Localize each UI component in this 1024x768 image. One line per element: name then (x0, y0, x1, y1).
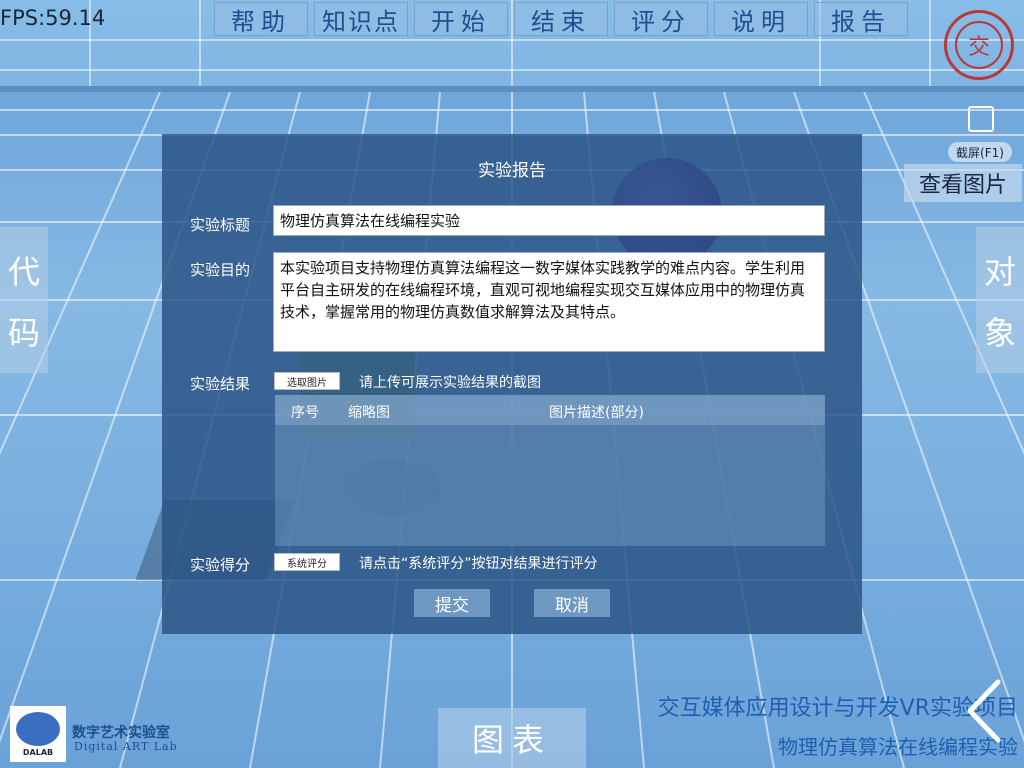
title-input[interactable]: 物理仿真算法在线编程实验 (273, 205, 825, 236)
view-images-button[interactable]: 查看图片 (904, 164, 1022, 202)
result-hint: 请上传可展示实验结果的截图 (359, 375, 541, 391)
object-char-2: 象 (983, 313, 1016, 352)
nav-help-button[interactable]: 帮助 (214, 2, 308, 36)
lab-name-cn: 数字艺术实验室 (72, 725, 170, 741)
object-char-1: 对 (983, 252, 1016, 291)
nav-instructions-button[interactable]: 说明 (714, 2, 808, 36)
screenshot-icon[interactable] (968, 106, 994, 132)
nav-score-button[interactable]: 评分 (614, 2, 708, 36)
code-char-1: 代 (7, 252, 40, 291)
header-index: 序号 (291, 405, 319, 421)
title-label: 实验标题 (190, 216, 251, 234)
purpose-textarea[interactable]: 本实验项目支持物理仿真算法编程这一数字媒体实践教学的难点内容。学生利用平台自主研… (273, 252, 825, 352)
table-header: 序号 缩略图 图片描述(部分) (275, 395, 825, 425)
nav-start-button[interactable]: 开始 (414, 2, 508, 36)
nav-end-button[interactable]: 结束 (514, 2, 608, 36)
wall-floor-edge (0, 86, 1024, 92)
object-side-button[interactable]: 对 象 (976, 227, 1024, 373)
lab-logo: DALAB (10, 706, 66, 762)
code-char-2: 码 (7, 313, 40, 352)
university-logo: 交 (944, 10, 1014, 80)
score-label: 实验得分 (190, 556, 251, 574)
back-arrow-icon[interactable] (962, 676, 1008, 746)
dialog-title: 实验报告 (478, 161, 546, 181)
result-label: 实验结果 (190, 375, 251, 393)
select-image-button[interactable]: 选取图片 (274, 372, 340, 390)
cancel-button[interactable]: 取消 (534, 589, 610, 617)
score-hint: 请点击“系统评分”按钮对结果进行评分 (359, 556, 598, 572)
system-score-button[interactable]: 系统评分 (274, 553, 340, 571)
code-side-button[interactable]: 代 码 (0, 227, 48, 373)
logo-emblem: 交 (955, 21, 1003, 69)
header-thumbnail: 缩略图 (348, 405, 390, 421)
fps-counter: FPS:59.14 (0, 6, 106, 30)
chart-button[interactable]: 图表 (438, 708, 586, 768)
lab-logo-text: DALAB (22, 748, 54, 757)
report-dialog: 实验报告 实验标题 物理仿真算法在线编程实验 实验目的 本实验项目支持物理仿真算… (162, 134, 862, 634)
lab-name-en: Digital ART Lab (74, 740, 178, 753)
submit-button[interactable]: 提交 (414, 589, 490, 617)
screenshot-label[interactable]: 截屏(F1) (948, 142, 1012, 162)
nav-report-button[interactable]: 报告 (814, 2, 908, 36)
header-description: 图片描述(部分) (549, 405, 644, 421)
result-table: 序号 缩略图 图片描述(部分) (275, 395, 825, 546)
nav-knowledge-button[interactable]: 知识点 (314, 2, 408, 36)
lab-logo-graphic (16, 712, 60, 746)
purpose-label: 实验目的 (190, 261, 251, 279)
